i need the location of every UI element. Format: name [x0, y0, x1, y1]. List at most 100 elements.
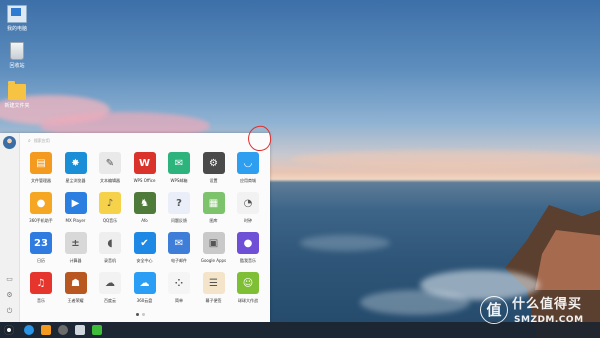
- app-label: WPS Office: [133, 178, 156, 183]
- app-tile[interactable]: ☗ 王者荣耀: [59, 272, 93, 303]
- app-tile[interactable]: ✉ WPS邮箱: [162, 152, 196, 183]
- app-tile[interactable]: ✸ 星尘浏览器: [59, 152, 93, 183]
- text-editor-icon: ✎: [99, 152, 121, 174]
- app-label: 音乐: [37, 298, 45, 303]
- mx-player-icon: ▶: [64, 192, 87, 214]
- 360-assistant-icon: ●: [30, 192, 52, 214]
- app-tile[interactable]: ☁ 360云盘: [128, 272, 162, 303]
- app-label: 球球大作战: [238, 298, 258, 303]
- page-indicator: [136, 312, 148, 318]
- app-tile[interactable]: ♪ QQ音乐: [93, 192, 127, 223]
- qq-music-icon: ♪: [99, 192, 121, 214]
- app-tile[interactable]: ▤ 文件管理器: [24, 152, 58, 183]
- app-tile[interactable]: ☁ 百度云: [93, 272, 127, 303]
- calendar-icon: 23: [30, 232, 52, 254]
- wps-mail-icon: ✉: [168, 152, 190, 174]
- app-tile[interactable]: ◔ 时钟: [231, 192, 265, 223]
- app-tile[interactable]: ♫ 音乐: [24, 272, 58, 303]
- kuwo-music-icon: ●: [237, 232, 259, 254]
- app-label: 酷我音乐: [240, 258, 256, 263]
- launcher-sidebar: ▭ ⚙ ⏻: [0, 133, 20, 322]
- desktop-icon-new-folder[interactable]: 新建文件夹: [0, 81, 34, 109]
- app-tile[interactable]: W WPS Office: [128, 152, 162, 183]
- app-label: 图库: [209, 218, 218, 223]
- app-label: 电子邮件: [171, 258, 187, 263]
- browser-taskbar-icon[interactable]: [24, 325, 34, 335]
- watermark: 值 什么值得买 SMZDM.COM: [480, 290, 598, 334]
- app-tile[interactable]: ☺ 球球大作战: [231, 272, 265, 303]
- honor-of-kings-icon: ☗: [64, 272, 87, 294]
- app-label: 问题反馈: [171, 218, 187, 223]
- app-tile[interactable]: ◖ 录音机: [93, 232, 127, 263]
- notes-icon: ☰: [202, 272, 225, 294]
- computer-icon: [7, 5, 27, 23]
- app-label: 文件管理器: [31, 178, 51, 183]
- app-label: 360手机助手: [29, 218, 53, 223]
- app-tile[interactable]: ✎ 文本编辑器: [93, 152, 127, 183]
- desktop-icon-recycle-bin[interactable]: 回收站: [0, 42, 34, 69]
- app-tile[interactable]: ± 计算器: [59, 232, 93, 263]
- settings-taskbar-icon[interactable]: [58, 325, 68, 335]
- wave-foam: [360, 290, 470, 315]
- google-apps-icon: ▣: [202, 232, 225, 254]
- calculator-icon: ±: [64, 232, 87, 254]
- app-label: 星尘浏览器: [65, 178, 86, 183]
- sky-haze: [290, 150, 600, 168]
- app-label: WPS邮箱: [170, 178, 188, 183]
- app-tile[interactable]: ♞ Afo: [128, 192, 162, 223]
- desktop-icon-label: 回收站: [9, 63, 25, 69]
- app-tile[interactable]: ✉ 电子邮件: [162, 232, 196, 263]
- app-label: Google Apps: [200, 258, 227, 263]
- app-label: 简单: [175, 298, 183, 303]
- app-tile[interactable]: ◡ 应用商城: [231, 152, 265, 183]
- email-icon: ✉: [168, 232, 190, 254]
- app-tile[interactable]: ▣ Google Apps: [197, 232, 231, 263]
- app-label: Afo: [141, 218, 148, 223]
- app-label: 设置: [209, 178, 218, 183]
- app-tile[interactable]: ● 360手机助手: [24, 192, 58, 223]
- app-tile[interactable]: ⁘ 简单: [162, 272, 196, 303]
- app-label: 时钟: [244, 218, 252, 223]
- app-label: 应用商城: [240, 178, 256, 183]
- recycle-bin-icon: [10, 42, 24, 60]
- desktop-icon-label: 我的电脑: [6, 26, 27, 32]
- app-tile[interactable]: ? 问题反馈: [162, 192, 196, 223]
- file-icon[interactable]: ▭: [5, 275, 14, 284]
- app-tile[interactable]: 23 日历: [24, 232, 58, 263]
- app-launcher: ▭ ⚙ ⏻ ⌕ 搜索应用 ▤ 文件管理器 ✸ 星尘浏览器 ✎ 文本编辑器 W WPS Offic…: [0, 133, 270, 322]
- app-label: 计算器: [69, 258, 82, 263]
- power-icon[interactable]: ⏻: [5, 307, 14, 316]
- clock-icon: ◔: [237, 192, 259, 214]
- file-manager-taskbar-icon[interactable]: [41, 325, 51, 335]
- page-dot[interactable]: [136, 313, 139, 316]
- app-search[interactable]: ⌕ 搜索应用: [28, 136, 158, 145]
- game-character-icon: ♞: [133, 192, 156, 214]
- app-tile[interactable]: ⚙ 设置: [197, 152, 231, 183]
- browser-icon: ✸: [64, 152, 87, 174]
- watermark-badge: 值: [480, 296, 508, 324]
- app-label: 录音机: [104, 258, 116, 263]
- search-placeholder: 搜索应用: [33, 138, 50, 143]
- folder-icon: [8, 81, 26, 100]
- page-dot[interactable]: [142, 313, 145, 316]
- start-button-icon[interactable]: [4, 325, 14, 335]
- wps-office-icon: W: [133, 152, 156, 174]
- desktop-icon-my-computer[interactable]: 我的电脑: [0, 5, 34, 32]
- app-label: 安全中心: [136, 258, 153, 263]
- gear-icon[interactable]: ⚙: [5, 291, 14, 300]
- user-avatar[interactable]: [3, 136, 16, 149]
- watermark-site-name: 什么值得买: [512, 297, 583, 312]
- app-tile[interactable]: ✔ 安全中心: [128, 232, 162, 263]
- app-tile[interactable]: ● 酷我音乐: [231, 232, 265, 263]
- app-tile[interactable]: ▶ MX Player: [59, 192, 93, 223]
- wechat-taskbar-icon[interactable]: [92, 325, 102, 335]
- app-store-taskbar-icon[interactable]: [75, 325, 85, 335]
- app-label: 文本编辑器: [100, 178, 120, 183]
- recorder-icon: ◖: [99, 232, 121, 254]
- app-label: 王者荣耀: [67, 298, 84, 303]
- desktop-icon-label: 新建文件夹: [4, 103, 30, 109]
- app-label: 日历: [37, 258, 45, 263]
- wave-foam: [300, 235, 390, 251]
- app-tile[interactable]: ☰ 幕子便签: [197, 272, 231, 303]
- app-tile[interactable]: ▦ 图库: [197, 192, 231, 223]
